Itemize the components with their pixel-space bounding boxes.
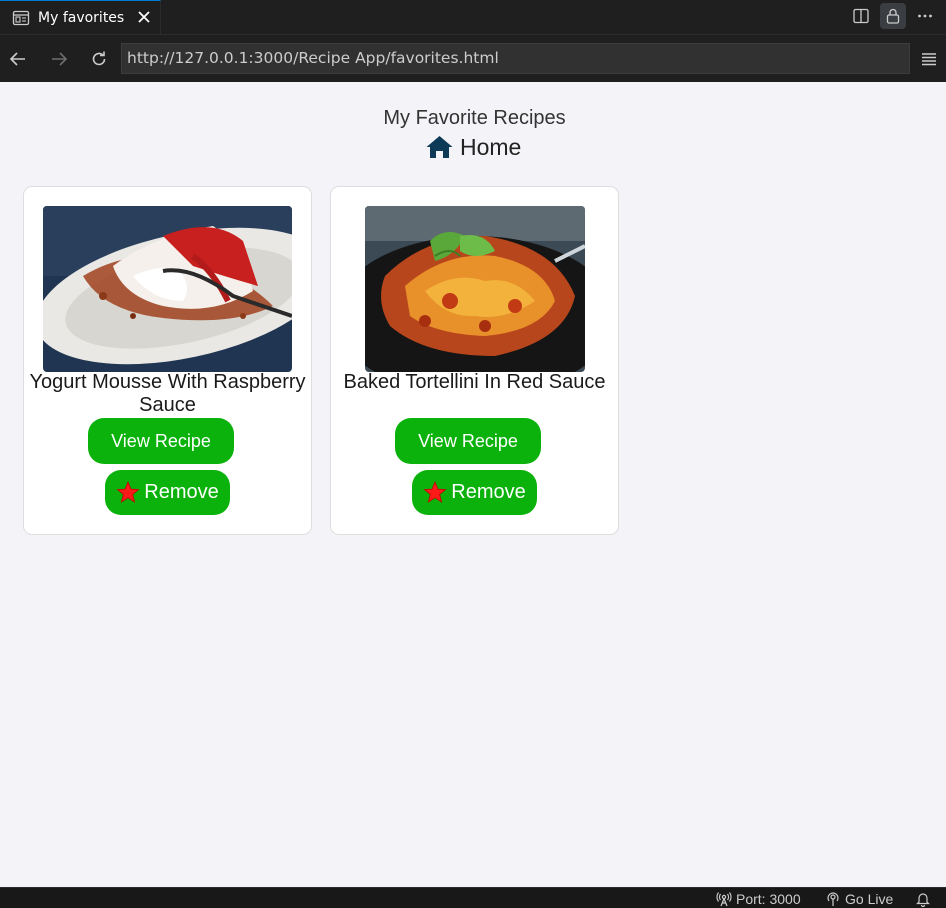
editor-tab-bar: My favorites (0, 0, 946, 35)
star-icon (423, 481, 447, 504)
tab-my-favorites[interactable]: My favorites (0, 0, 161, 34)
recipe-card: Baked Tortellini In Red Sauce View Recip… (330, 186, 619, 535)
go-live-label: Go Live (845, 891, 894, 907)
recipe-image[interactable] (365, 206, 585, 372)
go-live-status[interactable]: Go Live (825, 890, 893, 908)
page-title: My Favorite Recipes (383, 107, 566, 129)
preview-icon (12, 9, 30, 27)
go-live-icon (825, 891, 841, 907)
forward-arrow-icon[interactable] (47, 47, 71, 71)
split-editor-icon[interactable] (848, 3, 874, 29)
more-actions-icon[interactable] (912, 3, 938, 29)
tab-title: My favorites (38, 9, 125, 26)
view-recipe-button[interactable]: View Recipe (395, 418, 541, 464)
recipe-image[interactable] (43, 206, 292, 372)
remove-favorite-button[interactable]: Remove (105, 470, 230, 515)
home-icon (425, 135, 454, 159)
reload-icon[interactable] (87, 47, 111, 71)
remove-favorite-button[interactable]: Remove (412, 470, 537, 515)
remove-label: Remove (144, 481, 219, 503)
broadcast-icon (716, 891, 732, 907)
browser-nav-bar: http://127.0.0.1:3000/Recipe App/favorit… (0, 35, 946, 82)
bell-icon[interactable] (915, 890, 931, 908)
url-input[interactable]: http://127.0.0.1:3000/Recipe App/favorit… (121, 43, 910, 74)
status-bar: Port: 3000 Go Live (0, 887, 946, 908)
recipe-title: Yogurt Mousse With Raspberry Sauce (29, 371, 306, 416)
editor-actions (848, 2, 938, 30)
view-recipe-button[interactable]: View Recipe (88, 418, 234, 464)
menu-icon[interactable] (918, 49, 940, 69)
recipe-title: Baked Tortellini In Red Sauce (343, 371, 606, 393)
page-content: My Favorite Recipes Home Yogurt Mousse W… (0, 82, 946, 887)
lock-icon[interactable] (880, 3, 906, 29)
back-arrow-icon[interactable] (6, 47, 30, 71)
recipe-card: Yogurt Mousse With Raspberry Sauce View … (23, 186, 312, 535)
home-label: Home (460, 133, 522, 160)
remove-label: Remove (451, 481, 526, 503)
close-icon[interactable] (135, 8, 153, 26)
port-status[interactable]: Port: 3000 (716, 890, 801, 908)
port-label: Port: 3000 (736, 891, 801, 907)
home-link[interactable]: Home (425, 132, 521, 162)
star-icon (116, 481, 140, 504)
